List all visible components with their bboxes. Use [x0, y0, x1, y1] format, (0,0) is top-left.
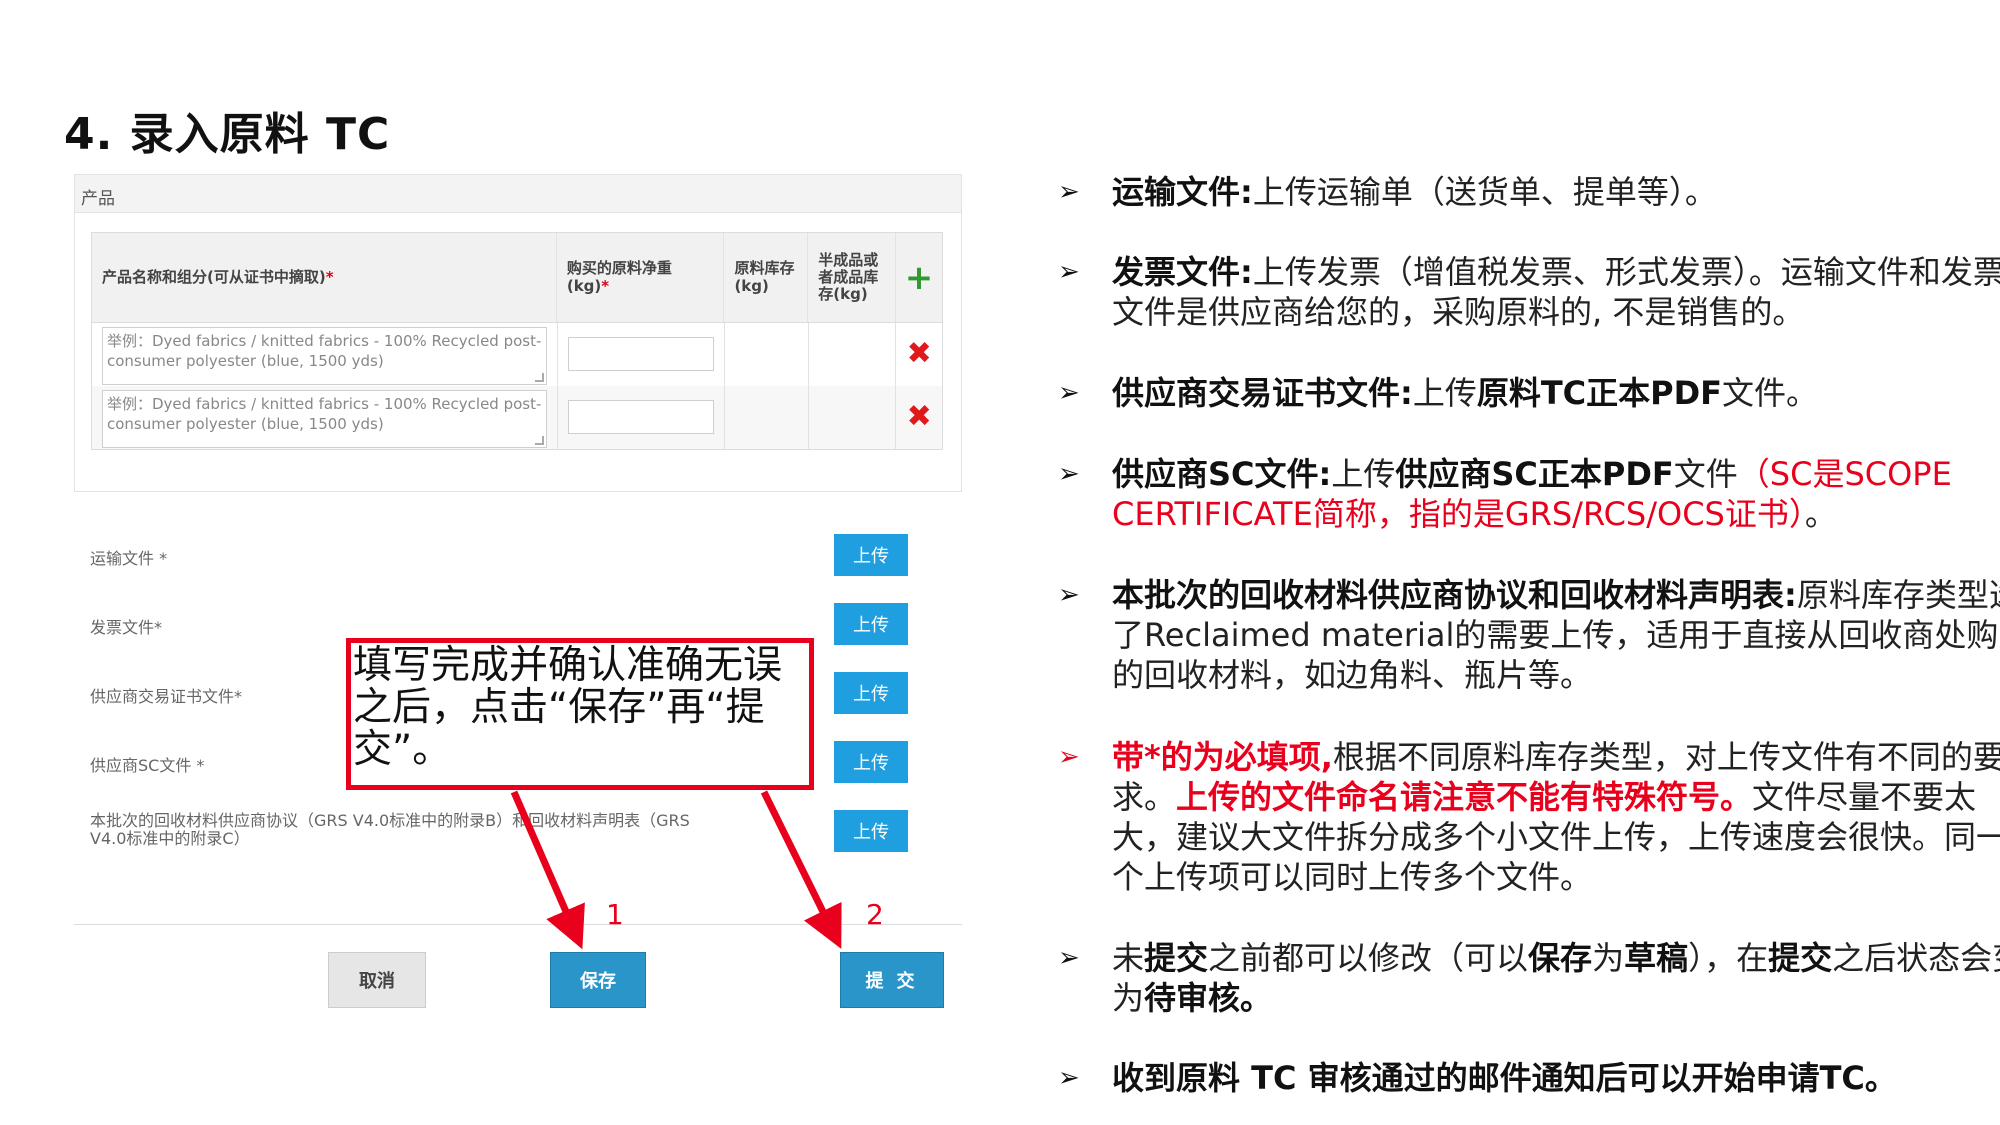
- product-panel-header: 产品: [75, 175, 961, 213]
- delete-row-icon[interactable]: ✖: [907, 337, 932, 372]
- bullet-arrow-icon: ➢: [1058, 177, 1080, 207]
- add-row-cell: +: [896, 233, 942, 322]
- product-table: 产品名称和组分(可从证书中摘取) * 购买的原料净重(kg)* 原料库存(kg) …: [91, 232, 943, 450]
- net-weight-input[interactable]: [568, 400, 714, 434]
- divider: [74, 924, 962, 925]
- column-stock: 原料库存(kg): [724, 233, 809, 322]
- upload-label: 运输文件 *: [90, 549, 168, 568]
- step-label-2: 2: [866, 898, 884, 931]
- upload-shipping-button[interactable]: 上传: [834, 534, 908, 576]
- upload-sc-button[interactable]: 上传: [834, 741, 908, 783]
- bullet-arrow-icon: ➢: [1058, 580, 1080, 610]
- cancel-button[interactable]: 取消: [328, 952, 426, 1008]
- upload-label: 发票文件*: [90, 618, 163, 637]
- slide-title: 4. 录入原料 TC: [64, 109, 391, 160]
- step-label-1: 1: [606, 898, 624, 931]
- bullet-arrow-icon: ➢: [1058, 742, 1080, 772]
- net-weight-input[interactable]: [568, 337, 714, 371]
- instruction-callout: 填写完成并确认准确无误之后，点击“保存”再“提交”。: [346, 638, 814, 790]
- plus-icon[interactable]: +: [905, 261, 934, 295]
- table-row: 举例：Dyed fabrics / knitted fabrics - 100%…: [92, 323, 942, 386]
- product-panel: 产品 产品名称和组分(可从证书中摘取) * 购买的原料净重(kg)* 原料库存(k…: [74, 174, 962, 492]
- upload-label: 供应商交易证书文件*: [90, 687, 243, 706]
- upload-invoice-button[interactable]: 上传: [834, 603, 908, 645]
- upload-transaction-cert-button[interactable]: 上传: [834, 672, 908, 714]
- column-product-name: 产品名称和组分(可从证书中摘取) *: [92, 233, 557, 322]
- upload-row-shipping: 运输文件 * 上传: [90, 534, 950, 576]
- upload-label: 本批次的回收材料供应商协议（GRS V4.0标准中的附录B）和回收材料声明表（G…: [90, 811, 690, 848]
- bullet-arrow-icon: ➢: [1058, 1063, 1080, 1093]
- product-table-header: 产品名称和组分(可从证书中摘取) * 购买的原料净重(kg)* 原料库存(kg) …: [92, 233, 942, 323]
- delete-row-icon[interactable]: ✖: [907, 400, 932, 435]
- bullet-arrow-icon: ➢: [1058, 257, 1080, 287]
- product-name-textarea[interactable]: 举例：Dyed fabrics / knitted fabrics - 100%…: [102, 326, 547, 385]
- upload-agreement-button[interactable]: 上传: [834, 810, 908, 852]
- bullet-arrow-icon: ➢: [1058, 378, 1080, 408]
- save-button[interactable]: 保存: [550, 952, 646, 1008]
- bullet-arrow-icon: ➢: [1058, 943, 1080, 973]
- submit-button[interactable]: 提 交: [840, 952, 944, 1008]
- product-name-textarea[interactable]: 举例：Dyed fabrics / knitted fabrics - 100%…: [102, 389, 547, 448]
- bullet-arrow-icon: ➢: [1058, 459, 1080, 489]
- table-row: 举例：Dyed fabrics / knitted fabrics - 100%…: [92, 386, 942, 449]
- upload-row-agreement: 本批次的回收材料供应商协议（GRS V4.0标准中的附录B）和回收材料声明表（G…: [90, 810, 950, 852]
- upload-label: 供应商SC文件 *: [90, 756, 205, 775]
- column-semi-stock: 半成品或者成品库存(kg): [808, 233, 897, 322]
- column-net-weight: 购买的原料净重(kg)*: [557, 233, 725, 322]
